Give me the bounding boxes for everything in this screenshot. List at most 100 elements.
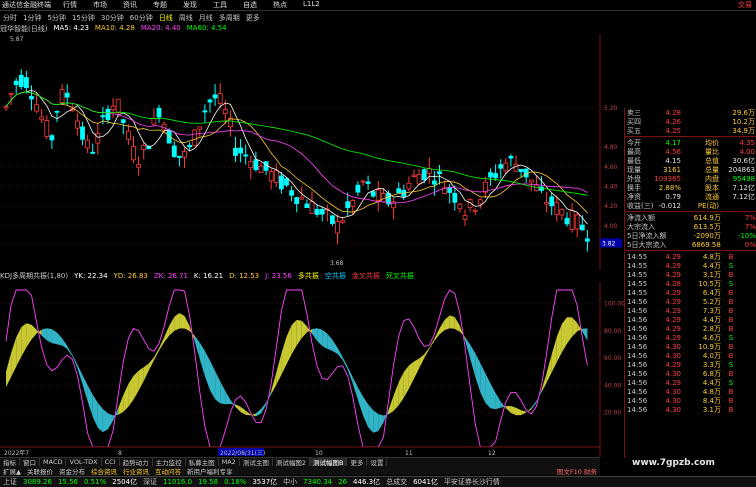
candle-body [319, 208, 325, 215]
status-item-16: 平安证券长沙行情 [443, 478, 500, 486]
ext-tab-5[interactable]: 互动问答 [152, 466, 184, 476]
tick-time: 14:56 [627, 315, 648, 324]
candle-body [222, 109, 228, 114]
period-tab-1[interactable]: 1分钟 [20, 13, 44, 23]
bear-band [312, 328, 318, 341]
bull-band [159, 337, 165, 351]
bear-band [102, 409, 108, 433]
candle-body [559, 209, 565, 216]
ext-tab-2[interactable]: 资金分布 [56, 466, 88, 476]
candle-body [39, 116, 45, 121]
menu-item-8[interactable]: L1L2 [295, 0, 328, 10]
date-label: 8 [118, 450, 122, 457]
period-tab-7[interactable]: 周线 [176, 13, 196, 23]
period-tab-6[interactable]: 日线 [156, 13, 176, 23]
indicator-name[interactable]: KDJ多周期共振(1,80) [0, 271, 68, 281]
bull-band [296, 319, 302, 346]
ext-tab-6[interactable]: 新用户福利专享 [184, 466, 236, 476]
date-label: 12 [488, 450, 496, 457]
tick-price: 4.29 [665, 270, 681, 279]
candle-body [176, 155, 182, 158]
ext-tab-1[interactable]: 关联报价 [24, 466, 56, 476]
tick-direction: B [728, 387, 734, 396]
candle-body [141, 145, 147, 151]
period-tab-2[interactable]: 5分钟 [44, 13, 68, 23]
ext-tab-0[interactable]: 扩展▲ [0, 466, 24, 476]
kdj-indicator-chart[interactable]: 100.00 80.00 60.00 40.00 20.00 2022年7 8 2022/0… [0, 282, 624, 457]
candle-body [579, 224, 585, 231]
tick-price: 4.30 [665, 396, 681, 405]
ext-tab-4[interactable]: 行业资讯 [120, 466, 152, 476]
bear-band [67, 345, 73, 357]
bear-band [62, 338, 68, 349]
kline-chart[interactable]: 5.204.804.604.404.204.003.823.82 5.87 3.… [0, 34, 624, 270]
bear-band [485, 373, 491, 409]
tick-direction: B [728, 342, 734, 351]
tick-price: 4.29 [665, 297, 681, 306]
candle-body [329, 215, 335, 224]
field-label-2: PE(动) [697, 201, 719, 210]
ext-tab-3[interactable]: 综合资讯 [88, 466, 120, 476]
bear-band [46, 328, 52, 344]
status-item-6: 11016.0 [163, 478, 193, 486]
period-tab-4[interactable]: 30分钟 [98, 13, 127, 23]
tick-price: 4.30 [665, 405, 681, 414]
candle-body [426, 168, 432, 174]
status-item-14: 总成交 [386, 478, 408, 486]
candle-body [8, 93, 14, 96]
candle-body [488, 172, 493, 178]
bull-band [567, 317, 573, 344]
bear-band [332, 339, 338, 354]
bear-band [322, 329, 328, 349]
status-item-1: 3089.26 [23, 478, 52, 486]
bear-band [57, 332, 63, 346]
bull-band [398, 372, 404, 406]
market-status-bar: 上证 3089.26 15.56 0.51% 2504亿 深证 11016.0 19.58 0.… [0, 476, 756, 487]
menu-item-5[interactable]: 工具 [205, 0, 235, 10]
tick-price: 4.30 [665, 387, 681, 396]
candle-body [268, 171, 274, 182]
candle-body [187, 144, 193, 148]
tick-time: 14:56 [627, 333, 648, 342]
menu-item-7[interactable]: 热点 [265, 0, 295, 10]
current-price-tag-label: 3.82 [602, 240, 616, 247]
menu-item-2[interactable]: 资讯 [115, 0, 145, 10]
quote-panel: 卖三 4.28 29.6万 买四 4.26 10.2万 买五 4.25 34.9万 今开 4.17… [624, 108, 756, 458]
ma10-label: MA10: 4.28 [94, 24, 135, 32]
indicator-value-1: YD: 26.83 [113, 272, 148, 280]
bull-band [546, 354, 552, 383]
menu-item-4[interactable]: 发现 [175, 0, 205, 10]
candle-body [197, 126, 203, 130]
field-value-2: 95498 [732, 174, 755, 183]
bull-band [276, 353, 282, 385]
candle-body [105, 108, 111, 121]
period-tabs: 分时 1分钟 5分钟 15分钟 30分钟 60分钟 日线 周线 月线 多周期 更多 [0, 12, 428, 23]
status-item-15: 6041亿 [413, 478, 438, 486]
candle-body [370, 191, 376, 197]
tick-time: 14:56 [627, 297, 648, 306]
f10-link[interactable]: 图文F10 财务 [554, 466, 600, 476]
bear-band [82, 374, 88, 402]
tick-time: 14:56 [627, 378, 648, 387]
menu-item-6[interactable]: 自选 [235, 0, 265, 10]
period-tab-10[interactable]: 更多 [243, 13, 263, 23]
bull-band [516, 407, 522, 416]
bull-band [556, 323, 562, 363]
field-value: 4.17 [665, 138, 681, 147]
menu-item-1[interactable]: 市场 [85, 0, 115, 10]
order-price: 4.28 [665, 108, 681, 117]
period-tab-9[interactable]: 多周期 [216, 13, 243, 23]
trade-button[interactable]: 交易 [738, 0, 756, 10]
watermark: www.7gpzb.com [632, 458, 715, 468]
period-tab-5[interactable]: 60分钟 [127, 13, 156, 23]
period-tab-3[interactable]: 15分钟 [69, 13, 98, 23]
candle-body [431, 180, 437, 185]
candle-body [44, 120, 50, 137]
period-tab-8[interactable]: 月线 [196, 13, 216, 23]
price-axis-label: 4.20 [604, 203, 618, 210]
bear-band [363, 396, 369, 428]
period-tab-0[interactable]: 分时 [0, 13, 20, 23]
menu-item-3[interactable]: 专题 [145, 0, 175, 10]
tick-price: 4.30 [665, 351, 681, 360]
menu-item-0[interactable]: 行情 [55, 0, 85, 10]
